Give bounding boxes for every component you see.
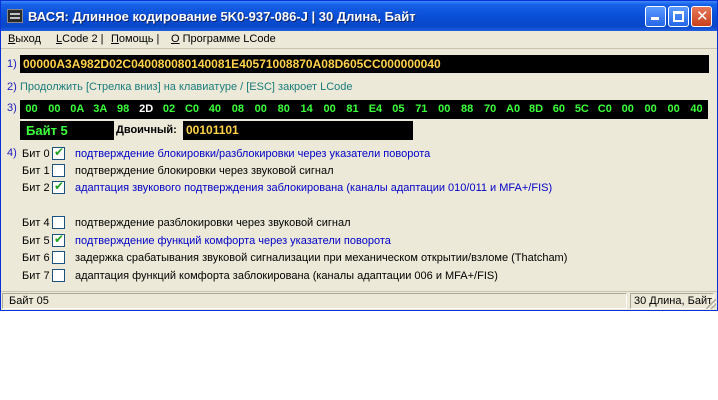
checkmark-icon: ✔ xyxy=(54,232,65,246)
bit-description: адаптация звукового подтверждения заблок… xyxy=(75,182,553,194)
byte-cell[interactable]: 00 xyxy=(639,101,662,118)
byte-cell[interactable]: C0 xyxy=(593,101,616,118)
byte-cell[interactable]: 00 xyxy=(616,101,639,118)
bit-checkbox[interactable] xyxy=(52,216,65,229)
byte-cell[interactable]: 88 xyxy=(456,101,479,118)
binary-value-field[interactable]: 00101101 xyxy=(183,121,413,140)
bit-checkbox[interactable]: ✔ xyxy=(52,145,65,160)
checkmark-icon: ✔ xyxy=(54,145,65,159)
byte-cell[interactable]: 60 xyxy=(547,101,570,118)
section-number: 4) xyxy=(7,147,17,159)
byte-cell[interactable]: 00 xyxy=(433,101,456,118)
section-number: 3) xyxy=(7,102,17,114)
title-bar[interactable]: ВАСЯ: Длинное кодирование 5K0-937-086-J … xyxy=(1,1,717,31)
menu-help[interactable]: Помощь | xyxy=(111,33,159,45)
bit-description: подтверждение функций комфорта через ука… xyxy=(75,235,391,247)
byte-cell[interactable]: 70 xyxy=(479,101,502,118)
byte-strip: 00 00 0A 3A 98 2D 02 C0 40 08 00 80 14 00 81 E4 05 71 00 88… xyxy=(20,100,708,119)
maximize-icon xyxy=(673,11,684,22)
byte-cell[interactable]: 02 xyxy=(158,101,181,118)
byte-cell[interactable]: 00 xyxy=(43,101,66,118)
bit-description: подтверждение блокировки через звуковой … xyxy=(75,165,334,177)
bit-checkbox[interactable] xyxy=(52,251,65,264)
byte-cell[interactable]: E4 xyxy=(364,101,387,118)
resize-grip-icon[interactable] xyxy=(706,299,716,309)
bit-label: Бит 7 xyxy=(22,270,50,282)
app-window: ВАСЯ: Длинное кодирование 5K0-937-086-J … xyxy=(0,0,718,311)
byte-cell[interactable]: 5C xyxy=(570,101,593,118)
byte-cell[interactable]: 2D xyxy=(135,101,158,118)
bit-checkbox[interactable]: ✔ xyxy=(52,232,65,247)
bit-label: Бит 2 xyxy=(22,182,50,194)
bit-label: Бит 6 xyxy=(22,252,50,264)
close-button[interactable]: ✕ xyxy=(691,6,712,27)
byte-cell[interactable]: 80 xyxy=(272,101,295,118)
maximize-button[interactable] xyxy=(668,6,689,27)
byte-cell[interactable]: 00 xyxy=(20,101,43,118)
app-icon[interactable] xyxy=(7,9,23,23)
byte-cell[interactable]: 8D xyxy=(525,101,548,118)
section-number: 2) xyxy=(7,81,17,93)
binary-label: Двоичный: xyxy=(116,124,177,136)
byte-cell[interactable]: 00 xyxy=(318,101,341,118)
keyboard-hint: Продолжить [Стрелка вниз] на клавиатуре … xyxy=(20,81,353,93)
bit-checkbox[interactable]: ✔ xyxy=(52,179,65,194)
bit-description: подтверждение разблокировки через звуков… xyxy=(75,217,351,229)
bit-description: адаптация функций комфорта заблокирована… xyxy=(75,270,498,282)
byte-cell[interactable]: 00 xyxy=(662,101,685,118)
bit-checkbox[interactable] xyxy=(52,164,65,177)
byte-cell[interactable]: 00 xyxy=(249,101,272,118)
minimize-icon xyxy=(651,17,659,20)
byte-cell[interactable]: 81 xyxy=(341,101,364,118)
byte-cell[interactable]: 05 xyxy=(387,101,410,118)
byte-cell[interactable]: 3A xyxy=(89,101,112,118)
byte-cell[interactable]: 0A xyxy=(66,101,89,118)
minimize-button[interactable] xyxy=(645,6,666,27)
bit-label: Бит 1 xyxy=(22,165,50,177)
byte-cell[interactable]: 98 xyxy=(112,101,135,118)
byte-cell[interactable]: 40 xyxy=(203,101,226,118)
byte-cell[interactable]: C0 xyxy=(181,101,204,118)
byte-cell[interactable]: 14 xyxy=(295,101,318,118)
section-number: 1) xyxy=(7,58,17,70)
status-length: 30 Длина, Байт xyxy=(630,293,714,309)
menu-exit[interactable]: Выход xyxy=(8,33,41,45)
bit-label: Бит 0 xyxy=(22,148,50,160)
byte-cell[interactable]: A0 xyxy=(502,101,525,118)
code-string-field[interactable]: 00000A3A982D02C040080080140081E405710088… xyxy=(20,55,709,73)
menu-lcode2[interactable]: LCode 2 | xyxy=(56,33,104,45)
selected-byte-label: Байт 5 xyxy=(20,121,114,140)
menu-about[interactable]: О Программе LCode xyxy=(171,33,276,45)
status-byte: Байт 05 xyxy=(2,293,627,309)
menu-bar: Выход LCode 2 | Помощь | О Программе LCo… xyxy=(1,31,717,49)
bit-checkbox[interactable] xyxy=(52,269,65,282)
byte-cell[interactable]: 08 xyxy=(226,101,249,118)
byte-cell[interactable]: 40 xyxy=(685,101,708,118)
window-title: ВАСЯ: Длинное кодирование 5K0-937-086-J … xyxy=(28,9,416,24)
byte-cell[interactable]: 71 xyxy=(410,101,433,118)
close-icon: ✕ xyxy=(696,7,709,25)
bit-label: Бит 4 xyxy=(22,217,50,229)
checkmark-icon: ✔ xyxy=(54,179,65,193)
bit-description: подтверждение блокировки/разблокировки ч… xyxy=(75,148,431,160)
status-bar: Байт 05 30 Длина, Байт xyxy=(1,291,717,310)
bit-label: Бит 5 xyxy=(22,235,50,247)
bit-description: задержка срабатывания звуковой сигнализа… xyxy=(75,252,568,264)
